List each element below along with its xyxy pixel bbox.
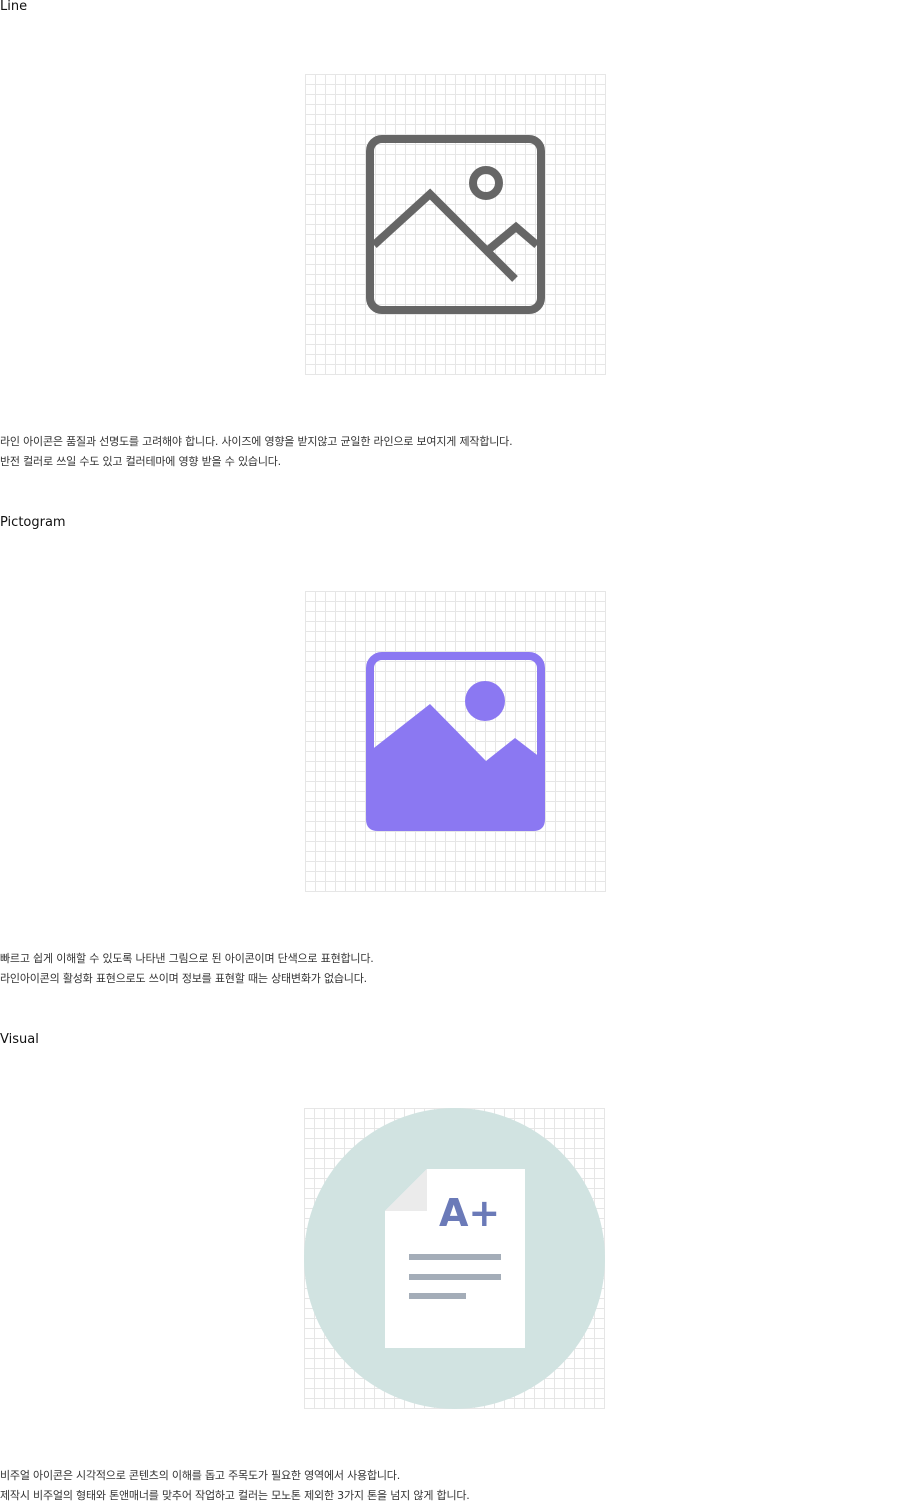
icon-grid-visual: A+: [304, 1108, 605, 1409]
image-line-icon: [366, 135, 545, 314]
document-grade-icon: A+: [304, 1108, 605, 1409]
description-line-1: 비주얼 아이콘은 시각적으로 콘텐츠의 이해를 돕고 주목도가 필요한 영역에서…: [0, 1469, 401, 1482]
description-line-2: 제작시 비주얼의 형태와 톤앤매너를 맞추어 작업하고 컬러는 모노톤 제외한 …: [0, 1489, 470, 1502]
section-description-visual: 비주얼 아이콘은 시각적으로 콘텐츠의 이해를 돕고 주목도가 필요한 영역에서…: [0, 1466, 470, 1506]
icon-grid-line: [305, 74, 606, 375]
image-pictogram-icon: [366, 652, 545, 831]
description-line-1: 빠르고 쉽게 이해할 수 있도록 나타낸 그림으로 된 아이콘이며 단색으로 표…: [0, 952, 374, 965]
section-title-line: Line: [0, 0, 28, 14]
section-description-pictogram: 빠르고 쉽게 이해할 수 있도록 나타낸 그림으로 된 아이콘이며 단색으로 표…: [0, 949, 374, 989]
grade-badge-text: A+: [439, 1191, 500, 1235]
section-description-line: 라인 아이콘은 품질과 선명도를 고려해야 합니다. 사이즈에 영향을 받지않고…: [0, 432, 513, 472]
section-title-visual: Visual: [0, 1032, 39, 1047]
description-line-2: 라인아이콘의 활성화 표현으로도 쓰이며 정보를 표현할 때는 상태변화가 없습…: [0, 972, 367, 985]
icon-grid-pictogram: [305, 591, 606, 892]
description-line-1: 라인 아이콘은 품질과 선명도를 고려해야 합니다. 사이즈에 영향을 받지않고…: [0, 435, 513, 448]
section-title-pictogram: Pictogram: [0, 515, 66, 530]
description-line-2: 반전 컬러로 쓰일 수도 있고 컬러테마에 영향 받을 수 있습니다.: [0, 455, 281, 468]
